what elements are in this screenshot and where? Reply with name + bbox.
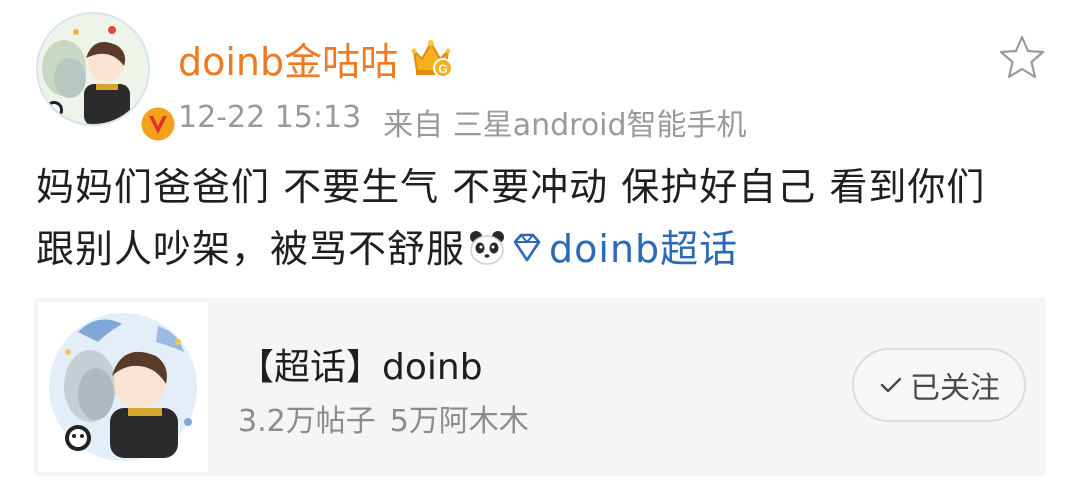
topic-thumbnail <box>38 302 208 472</box>
post-time: 12-22 15:13 <box>178 100 362 135</box>
post-line-1: 妈妈们爸爸们 不要生气 不要冲动 保护好自己 看到你们 <box>36 165 986 209</box>
topic-link-label: doinb超话 <box>549 227 739 271</box>
panda-emoji-icon <box>470 231 505 265</box>
post-content: 妈妈们爸爸们 不要生气 不要冲动 保护好自己 看到你们 跟别人吵架，被骂不舒服 … <box>36 156 1046 280</box>
following-button[interactable]: 已关注 <box>852 348 1026 422</box>
topic-link[interactable]: doinb超话 <box>509 227 738 271</box>
topic-stats: 3.2万帖子 5万阿木木 <box>238 396 529 440</box>
topic-thumbnail-image <box>38 302 208 472</box>
post-meta: 12-22 15:13 来自 三星android智能手机 <box>178 100 747 144</box>
topic-card[interactable]: 【超话】doinb 3.2万帖子 5万阿木木 已关注 <box>34 298 1046 476</box>
topic-follower-count: 5万阿木木 <box>389 404 529 439</box>
post-line-2-container: 跟别人吵架，被骂不舒服 doinb超话 <box>36 218 1046 280</box>
topic-title: 【超话】doinb <box>238 347 483 388</box>
check-icon <box>880 377 902 393</box>
crown-vip-icon[interactable]: G <box>408 35 454 81</box>
diamond-icon <box>513 233 541 262</box>
topic-post-count: 3.2万帖子 <box>238 404 376 439</box>
post-source: 来自 三星android智能手机 <box>383 108 747 143</box>
avatar-image <box>36 12 150 126</box>
verified-badge-icon <box>138 104 178 144</box>
svg-text:G: G <box>438 62 447 76</box>
username-row: doinb金咕咕 G <box>178 30 454 86</box>
avatar[interactable] <box>36 12 178 144</box>
star-icon[interactable] <box>996 32 1048 84</box>
username[interactable]: doinb金咕咕 <box>178 31 398 86</box>
post-line-2: 跟别人吵架，被骂不舒服 <box>36 227 466 271</box>
following-label: 已关注 <box>910 371 1000 406</box>
